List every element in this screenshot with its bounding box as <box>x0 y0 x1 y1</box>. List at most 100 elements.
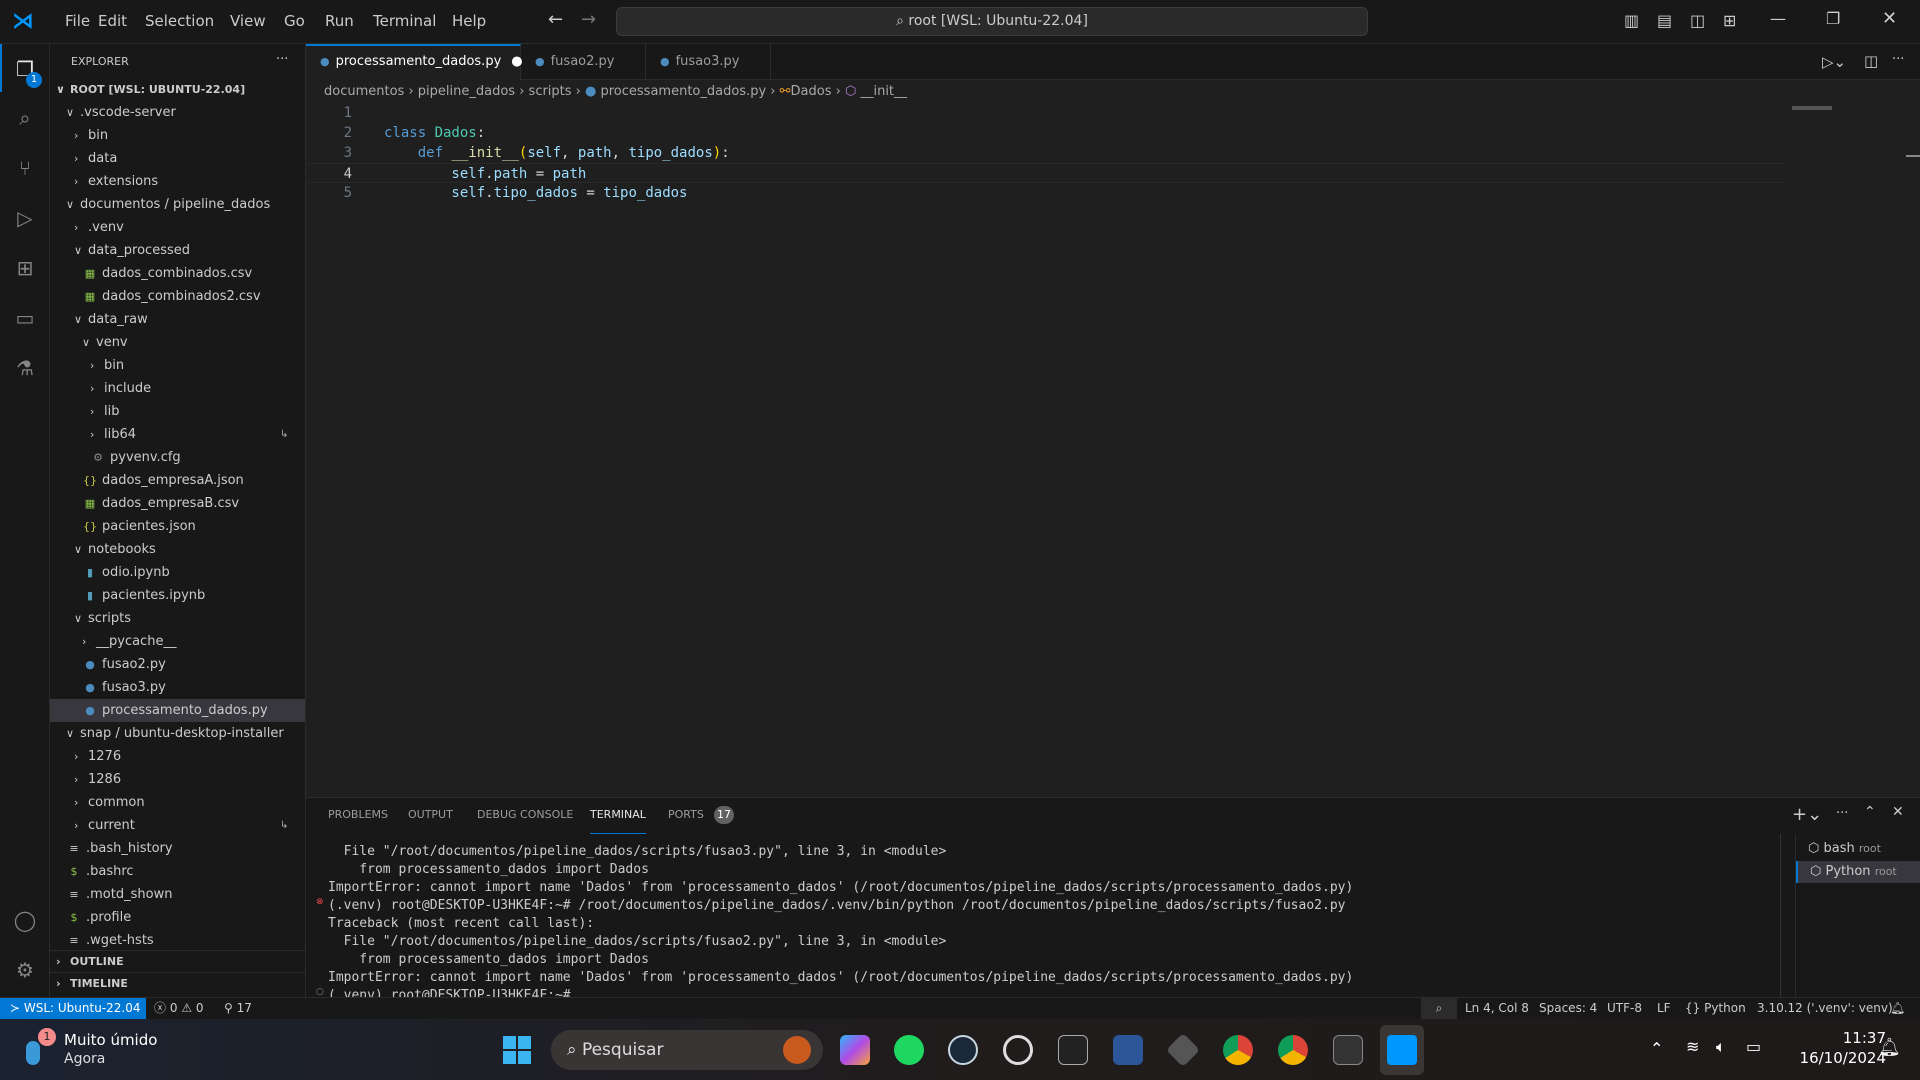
copilot-icon[interactable] <box>840 1035 870 1065</box>
breadcrumb-item[interactable]: processamento_dados.py <box>601 84 767 99</box>
tree-item[interactable]: $ .profile <box>50 906 305 929</box>
tab-processamento-dados[interactable]: ● processamento_dados.py ● <box>306 44 523 80</box>
tree-item[interactable]: ∨ venv <box>50 331 305 354</box>
tab-output[interactable]: OUTPUT <box>408 808 453 834</box>
remote-indicator[interactable]: ≻ WSL: Ubuntu-22.04 <box>0 998 146 1019</box>
minimap[interactable] <box>1792 106 1832 110</box>
code-line[interactable]: 5 self.tipo_dados = tipo_dados <box>306 183 1786 203</box>
breadcrumb-item[interactable]: __init__ <box>860 84 907 99</box>
wifi-icon[interactable]: ≋ <box>1686 1037 1699 1056</box>
menu-edit[interactable]: Edit <box>98 12 127 30</box>
forward-arrow-icon[interactable]: → <box>581 9 596 30</box>
terminal-session-bash[interactable]: ⬡ bash root <box>1796 838 1920 860</box>
tab-problems[interactable]: PROBLEMS <box>328 808 388 834</box>
tree-item[interactable]: › bin <box>50 354 305 377</box>
tab-fusao2[interactable]: ● fusao2.py <box>521 44 646 80</box>
command-pending-icon[interactable]: ○ <box>316 987 324 997</box>
python-interpreter[interactable]: 3.10.12 ('.venv': venv) <box>1757 998 1893 1019</box>
tree-item[interactable]: ▦ dados_combinados2.csv <box>50 285 305 308</box>
tree-item[interactable]: › bin <box>50 124 305 147</box>
tree-item[interactable]: ▦ dados_combinados.csv <box>50 262 305 285</box>
accounts-icon[interactable]: ◯ <box>13 908 37 932</box>
zoom-out-icon[interactable]: ⌕ <box>1421 998 1457 1019</box>
code-line[interactable]: 1 <box>306 103 1786 123</box>
tree-item[interactable]: ∨ scripts <box>50 607 305 630</box>
notifications-bell-icon[interactable]: 🔔︎ <box>1890 998 1905 1019</box>
run-debug-icon[interactable]: ▷ <box>13 206 37 230</box>
battery-icon[interactable]: ▭ <box>1746 1037 1761 1056</box>
tree-item[interactable]: ▦ dados_empresaB.csv <box>50 492 305 515</box>
tree-item[interactable]: ∨ documentos / pipeline_dados <box>50 193 305 216</box>
tree-item[interactable]: ⚙ pyvenv.cfg <box>50 446 305 469</box>
tree-item[interactable]: ▮ odio.ipynb <box>50 561 305 584</box>
testing-icon[interactable]: ⚗ <box>13 356 37 380</box>
tree-item[interactable]: ● processamento_dados.py <box>50 699 305 722</box>
ports-indicator[interactable]: ⚲ 17 <box>224 998 252 1019</box>
notification-bell-icon[interactable]: 🔔︎ <box>1878 1037 1901 1058</box>
back-arrow-icon[interactable]: ← <box>548 9 563 30</box>
tab-debug-console[interactable]: DEBUG CONSOLE <box>477 808 573 834</box>
epic-games-icon[interactable] <box>1058 1035 1088 1065</box>
remote-explorer-icon[interactable]: ▭ <box>13 306 37 330</box>
menu-help[interactable]: Help <box>452 12 486 30</box>
minimize-icon[interactable]: — <box>1770 9 1786 28</box>
close-panel-icon[interactable]: ✕ <box>1892 804 1904 820</box>
settings-gear-icon[interactable]: ⚙ <box>13 958 37 982</box>
spotify-icon[interactable] <box>894 1035 924 1065</box>
tree-item[interactable]: ∨ notebooks <box>50 538 305 561</box>
tree-item[interactable]: › __pycache__ <box>50 630 305 653</box>
tree-item[interactable]: ≡ .motd_shown <box>50 883 305 906</box>
code-line[interactable]: 2 class Dados: <box>306 123 1786 143</box>
chrome-profile-icon[interactable] <box>1278 1035 1308 1065</box>
weather-widget[interactable]: 1 Muito úmido Agora <box>22 1028 182 1071</box>
taskbar-search[interactable]: ⌕ Pesquisar <box>551 1030 823 1070</box>
code-editor[interactable]: 1 2 class Dados: 3 def __init__(self, path,… <box>306 103 1906 796</box>
tree-item[interactable]: › lib64 ↳ <box>50 423 305 446</box>
tree-item[interactable]: › common <box>50 791 305 814</box>
tree-item[interactable]: ∨ data_processed <box>50 239 305 262</box>
steam-icon[interactable] <box>948 1035 978 1065</box>
customize-layout-icon[interactable]: ⊞ <box>1723 11 1736 30</box>
timeline-section[interactable]: › TIMELINE <box>50 972 305 994</box>
more-actions-icon[interactable]: ··· <box>276 52 288 67</box>
maximize-panel-icon[interactable]: ⌃ <box>1864 804 1876 820</box>
tree-item[interactable]: {} dados_empresaA.json <box>50 469 305 492</box>
breadcrumb-item[interactable]: documentos <box>324 84 404 99</box>
indentation[interactable]: Spaces: 4 <box>1539 998 1597 1019</box>
code-line[interactable]: 4 self.path = path <box>306 163 1786 183</box>
clock-date[interactable]: 16/10/2024 <box>1786 1049 1886 1067</box>
tree-item[interactable]: › lib <box>50 400 305 423</box>
toggle-sidebar-icon[interactable]: ▥ <box>1624 11 1639 30</box>
workspace-root[interactable]: ∨ ROOT [WSL: UBUNTU-22.04] <box>50 78 305 101</box>
end-of-line[interactable]: LF <box>1657 998 1671 1019</box>
terminal-scrollbar[interactable] <box>1780 834 1794 998</box>
menu-selection[interactable]: Selection <box>145 12 214 30</box>
run-python-file-icon[interactable]: ▷⌄ <box>1822 53 1846 71</box>
tab-terminal[interactable]: TERMINAL <box>590 808 646 834</box>
tree-item[interactable]: ∨ .vscode-server <box>50 101 305 124</box>
editor-more-actions-icon[interactable]: ··· <box>1892 52 1904 67</box>
tree-item[interactable]: › 1286 <box>50 768 305 791</box>
toggle-panel-icon[interactable]: ▤ <box>1657 11 1672 30</box>
tab-fusao3[interactable]: ● fusao3.py <box>646 44 771 80</box>
new-terminal-icon[interactable]: +⌄ <box>1792 804 1822 825</box>
close-window-icon[interactable]: ✕ <box>1882 8 1897 29</box>
chrome-icon[interactable] <box>1223 1035 1253 1065</box>
tree-item[interactable]: › current ↳ <box>50 814 305 837</box>
editor-scrollbar[interactable] <box>1906 155 1920 157</box>
tree-item[interactable]: ▮ pacientes.ipynb <box>50 584 305 607</box>
tree-item[interactable]: ≡ .wget-hsts <box>50 929 305 952</box>
encoding[interactable]: UTF-8 <box>1607 998 1642 1019</box>
menu-terminal[interactable]: Terminal <box>373 12 436 30</box>
tree-item[interactable]: › data <box>50 147 305 170</box>
menu-view[interactable]: View <box>230 12 266 30</box>
toggle-secondary-sidebar-icon[interactable]: ◫ <box>1690 11 1705 30</box>
tree-item[interactable]: › 1276 <box>50 745 305 768</box>
tree-item[interactable]: ● fusao3.py <box>50 676 305 699</box>
unity-icon[interactable] <box>1166 1033 1200 1067</box>
code-line[interactable]: 3 def __init__(self, path, tipo_dados): <box>306 143 1786 163</box>
extensions-icon[interactable]: ⊞ <box>13 256 37 280</box>
ubisoft-icon[interactable] <box>1003 1035 1033 1065</box>
terminal-session-python[interactable]: ⬡ Python root <box>1796 861 1920 883</box>
problems-indicator[interactable]: ⓧ 0 ⚠ 0 <box>154 998 204 1019</box>
